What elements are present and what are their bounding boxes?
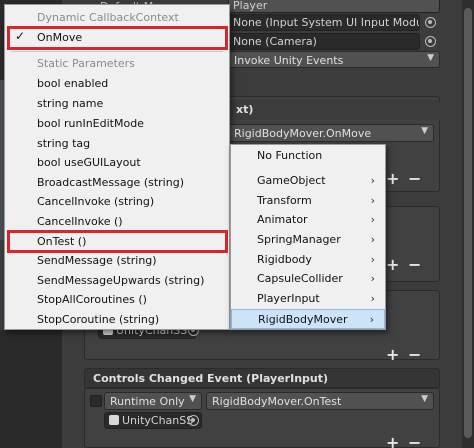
- submenu-item-label: No Function: [257, 149, 323, 162]
- submenu-item-rigidbody[interactable]: Rigidbody ›: [231, 250, 385, 270]
- add-listener-button[interactable]: +: [386, 347, 399, 363]
- remove-listener-button[interactable]: −: [408, 257, 421, 273]
- object-picker-icon[interactable]: [425, 17, 436, 28]
- add-listener-button[interactable]: +: [386, 171, 399, 187]
- chevron-right-icon: ›: [370, 292, 375, 305]
- menu-item-stopcoroutine[interactable]: StopCoroutine (string): [37, 313, 159, 326]
- behavior-dropdown-value: Invoke Unity Events: [234, 54, 344, 67]
- submenu-item-springmanager[interactable]: SpringManager ›: [231, 230, 385, 250]
- function-dropdown-value: RigidBodyMover.OnMove: [234, 127, 372, 140]
- behavior-dropdown[interactable]: Invoke Unity Events ▼: [228, 51, 440, 68]
- remove-listener-button[interactable]: −: [408, 435, 421, 448]
- dropdown-arrow-icon: ▼: [427, 53, 434, 63]
- ontest-function-dropdown[interactable]: RigidBodyMover.OnTest ▼: [206, 392, 434, 410]
- runtime-dropdown-value: Runtime Only: [110, 395, 185, 408]
- submenu-item-rigidbodymover[interactable]: RigidBodyMover ›: [231, 309, 385, 329]
- submenu-item-label: Transform: [257, 194, 312, 207]
- submenu-item-label: GameObject: [257, 174, 326, 187]
- camera-field[interactable]: None (Camera): [228, 33, 420, 50]
- chevron-right-icon: ›: [370, 194, 375, 207]
- menu-item-cancelinvoke-string[interactable]: CancelInvoke (string): [37, 195, 154, 208]
- ui-input-module-field[interactable]: None (Input System UI Input Module): [228, 14, 420, 31]
- move-event-header-fragment: xt): [228, 100, 440, 120]
- menu-item-bool-runineditmode[interactable]: bool runInEditMode: [37, 117, 144, 130]
- add-listener-button[interactable]: +: [386, 435, 399, 448]
- submenu-item-playerinput[interactable]: PlayerInput ›: [231, 289, 385, 309]
- remove-listener-button[interactable]: −: [408, 347, 421, 363]
- submenu-item-label: SpringManager: [257, 233, 341, 246]
- function-dropdown[interactable]: RigidBodyMover.OnMove ▼: [228, 124, 434, 142]
- menu-item-cancelinvoke[interactable]: CancelInvoke (): [37, 215, 123, 228]
- static-parameters-header: Static Parameters: [37, 57, 135, 70]
- submenu-item-transform[interactable]: Transform ›: [231, 191, 385, 211]
- submenu-item-animator[interactable]: Animator ›: [231, 210, 385, 230]
- submenu-item-label: Rigidbody: [257, 253, 312, 266]
- highlight-box-ontest: [7, 230, 228, 253]
- chevron-right-icon: ›: [369, 313, 374, 326]
- submenu-item-label: Animator: [257, 213, 308, 226]
- runtime-dropdown[interactable]: Runtime Only ▼: [104, 392, 202, 410]
- add-listener-button[interactable]: +: [386, 257, 399, 273]
- listener-enabled-checkbox[interactable]: [90, 395, 102, 407]
- gameobject-icon: [109, 415, 119, 425]
- chevron-right-icon: ›: [370, 233, 375, 246]
- object-picker-icon[interactable]: [425, 36, 436, 47]
- submenu-item-label: PlayerInput: [257, 292, 320, 305]
- component-submenu: No Function GameObject › Transform › Anima…: [230, 144, 386, 330]
- menu-item-broadcastmessage[interactable]: BroadcastMessage (string): [37, 176, 184, 189]
- dropdown-arrow-icon: ▼: [189, 394, 196, 404]
- menu-item-stopallcoroutines[interactable]: StopAllCoroutines (): [37, 293, 147, 306]
- menu-item-string-name[interactable]: string name: [37, 97, 103, 110]
- dropdown-arrow-icon: ▼: [421, 126, 428, 136]
- scrollbar-thumb[interactable]: [464, 8, 472, 438]
- object-field-value: UnityChanSS: [122, 414, 194, 427]
- menu-item-sendmessageupwards[interactable]: SendMessageUpwards (string): [37, 274, 204, 287]
- menu-item-string-tag[interactable]: string tag: [37, 137, 90, 150]
- chevron-right-icon: ›: [370, 213, 375, 226]
- menu-item-sendmessage[interactable]: SendMessage (string): [37, 254, 157, 267]
- default-map-dropdown[interactable]: Player: [228, 0, 440, 13]
- highlight-box-onmove: [7, 26, 228, 50]
- submenu-item-label: CapsuleCollider: [257, 272, 343, 285]
- remove-listener-button[interactable]: −: [408, 171, 421, 187]
- submenu-item-label: RigidBodyMover: [258, 313, 348, 326]
- dropdown-arrow-icon: ▼: [421, 394, 428, 404]
- menu-separator: [11, 51, 223, 52]
- submenu-item-gameobject[interactable]: GameObject ›: [231, 171, 385, 191]
- chevron-right-icon: ›: [370, 272, 375, 285]
- chevron-right-icon: ›: [370, 174, 375, 187]
- menu-item-bool-useguilayout[interactable]: bool useGUILayout: [37, 156, 141, 169]
- function-menu: Dynamic CallbackContext ✓ OnMove Static …: [4, 4, 230, 330]
- inspector-scrollbar[interactable]: [462, 0, 474, 448]
- chevron-right-icon: ›: [370, 253, 375, 266]
- submenu-item-no-function[interactable]: No Function: [231, 146, 385, 166]
- object-picker-icon[interactable]: [188, 415, 199, 426]
- controls-changed-event-header: Controls Changed Event (PlayerInput): [84, 368, 440, 388]
- dynamic-callback-header: Dynamic CallbackContext: [37, 11, 179, 24]
- submenu-item-capsulecollider[interactable]: CapsuleCollider ›: [231, 269, 385, 289]
- ontest-function-dropdown-value: RigidBodyMover.OnTest: [212, 395, 342, 408]
- menu-item-bool-enabled[interactable]: bool enabled: [37, 77, 108, 90]
